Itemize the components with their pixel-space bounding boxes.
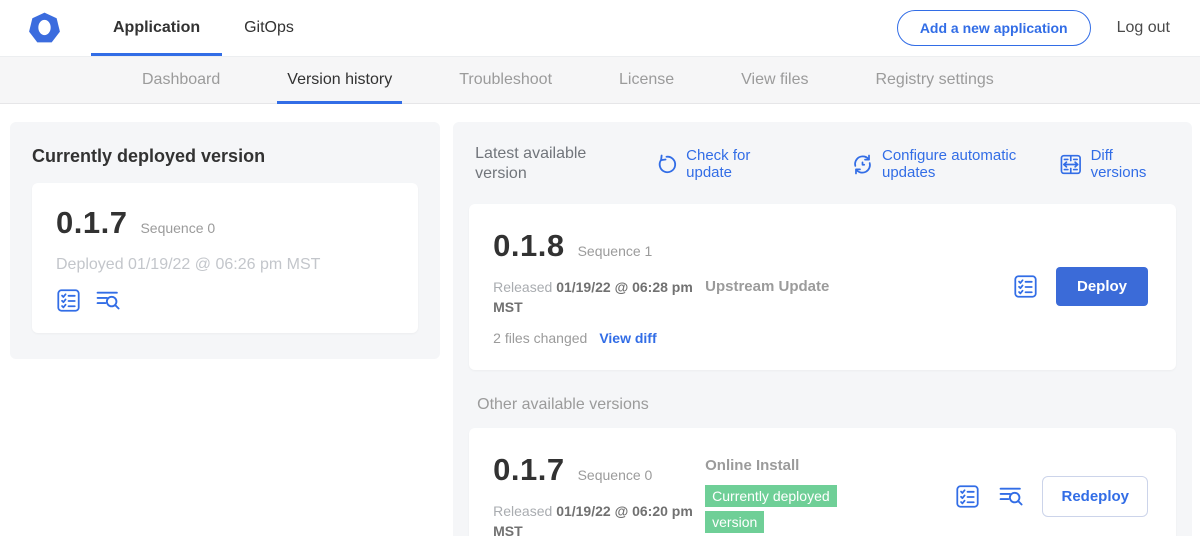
other-version-sequence: Sequence 0 (578, 467, 653, 483)
redeploy-button[interactable]: Redeploy (1042, 476, 1148, 517)
logout-link[interactable]: Log out (1117, 19, 1170, 37)
available-panel-actions: Check for update Configure automatic upd… (607, 147, 1168, 182)
config-checklist-icon[interactable] (955, 484, 980, 509)
config-checklist-icon[interactable] (1013, 274, 1038, 299)
deployed-version-sequence: Sequence 0 (140, 220, 215, 236)
diff-versions-button[interactable]: Diff versions (1059, 147, 1168, 182)
check-for-update-label: Check for update (686, 147, 791, 182)
subnav-dashboard-label: Dashboard (142, 71, 220, 89)
tab-gitops-label: GitOps (244, 19, 294, 37)
check-for-update-button[interactable]: Check for update (655, 147, 797, 182)
other-version-number: 0.1.7 (493, 452, 564, 488)
latest-version-actions: Deploy (1013, 267, 1152, 306)
currently-deployed-title: Currently deployed version (32, 146, 418, 167)
subnav-view-files[interactable]: View files (731, 57, 818, 103)
latest-version-info: 0.1.8 Sequence 1 Released 01/19/22 @ 06:… (493, 228, 705, 346)
files-changed-text: 2 files changed (493, 330, 587, 346)
header-right: Add a new application Log out (897, 10, 1200, 46)
top-header: Application GitOps Add a new application… (0, 0, 1200, 57)
auto-update-clock-icon (851, 153, 874, 176)
latest-available-title: Latest available version (475, 144, 607, 184)
configure-automatic-updates-label: Configure automatic updates (882, 147, 1047, 182)
tab-gitops[interactable]: GitOps (222, 0, 316, 56)
latest-version-source: Upstream Update (705, 278, 1013, 295)
subnav-registry-settings[interactable]: Registry settings (865, 57, 1003, 103)
deploy-button[interactable]: Deploy (1056, 267, 1148, 306)
tab-application-label: Application (113, 19, 200, 37)
available-versions-panel: Latest available version Check for updat… (453, 122, 1192, 536)
files-changed-row: 2 files changed View diff (493, 330, 705, 346)
other-released-line: Released 01/19/22 @ 06:20 pm MST (493, 501, 693, 536)
kots-logo-icon (26, 10, 63, 47)
tab-application[interactable]: Application (91, 0, 222, 56)
deployed-version-number: 0.1.7 (56, 205, 127, 241)
released-label: Released (493, 279, 556, 295)
subnav-version-history-label: Version history (287, 71, 392, 89)
diff-versions-label: Diff versions (1091, 147, 1168, 182)
subnav-dashboard[interactable]: Dashboard (132, 57, 230, 103)
subnav-registry-settings-label: Registry settings (875, 71, 993, 89)
other-available-versions-title: Other available versions (477, 396, 1176, 414)
subnav-license[interactable]: License (609, 57, 684, 103)
subnav-version-history[interactable]: Version history (277, 57, 402, 103)
subnav-license-label: License (619, 71, 674, 89)
app-logo[interactable] (26, 10, 63, 47)
currently-deployed-badge-wrap: Currently deployed version (705, 484, 870, 535)
upstream-update-label: Upstream Update (705, 278, 1013, 295)
latest-version-number: 0.1.8 (493, 228, 564, 264)
app-subnav: Dashboard Version history Troubleshoot L… (0, 57, 1200, 104)
subnav-troubleshoot[interactable]: Troubleshoot (449, 57, 562, 103)
configure-automatic-updates-button[interactable]: Configure automatic updates (851, 147, 1059, 182)
deployed-timestamp: Deployed 01/19/22 @ 06:26 pm MST (56, 256, 394, 274)
deployed-version-row: 0.1.7 Sequence 0 (56, 205, 394, 241)
other-version-info: 0.1.7 Sequence 0 Released 01/19/22 @ 06:… (493, 452, 705, 536)
subnav-view-files-label: View files (741, 71, 808, 89)
latest-version-card: 0.1.8 Sequence 1 Released 01/19/22 @ 06:… (469, 204, 1176, 370)
deployed-version-card: 0.1.7 Sequence 0 Deployed 01/19/22 @ 06:… (32, 183, 418, 333)
released-label: Released (493, 503, 556, 519)
other-version-card: 0.1.7 Sequence 0 Released 01/19/22 @ 06:… (469, 428, 1176, 536)
online-install-label: Online Install (705, 457, 955, 474)
currently-deployed-panel: Currently deployed version 0.1.7 Sequenc… (10, 122, 440, 359)
currently-deployed-badge: Currently deployed version (705, 485, 837, 533)
latest-version-sequence: Sequence 1 (578, 243, 653, 259)
available-panel-header: Latest available version Check for updat… (469, 144, 1176, 184)
subnav-troubleshoot-label: Troubleshoot (459, 71, 552, 89)
other-version-actions: Redeploy (955, 476, 1152, 517)
diff-versions-icon (1059, 152, 1083, 177)
deployed-card-actions (56, 288, 394, 313)
config-checklist-icon[interactable] (56, 288, 81, 313)
add-new-application-button[interactable]: Add a new application (897, 10, 1091, 46)
refresh-icon (655, 153, 678, 176)
top-tab-bar: Application GitOps (91, 0, 316, 56)
view-diff-link[interactable]: View diff (599, 330, 656, 346)
main-content: Currently deployed version 0.1.7 Sequenc… (0, 104, 1200, 536)
view-logs-icon[interactable] (998, 484, 1024, 509)
view-logs-icon[interactable] (95, 288, 121, 313)
other-version-source: Online Install Currently deployed versio… (705, 457, 955, 535)
latest-released-line: Released 01/19/22 @ 06:28 pm MST (493, 277, 693, 318)
